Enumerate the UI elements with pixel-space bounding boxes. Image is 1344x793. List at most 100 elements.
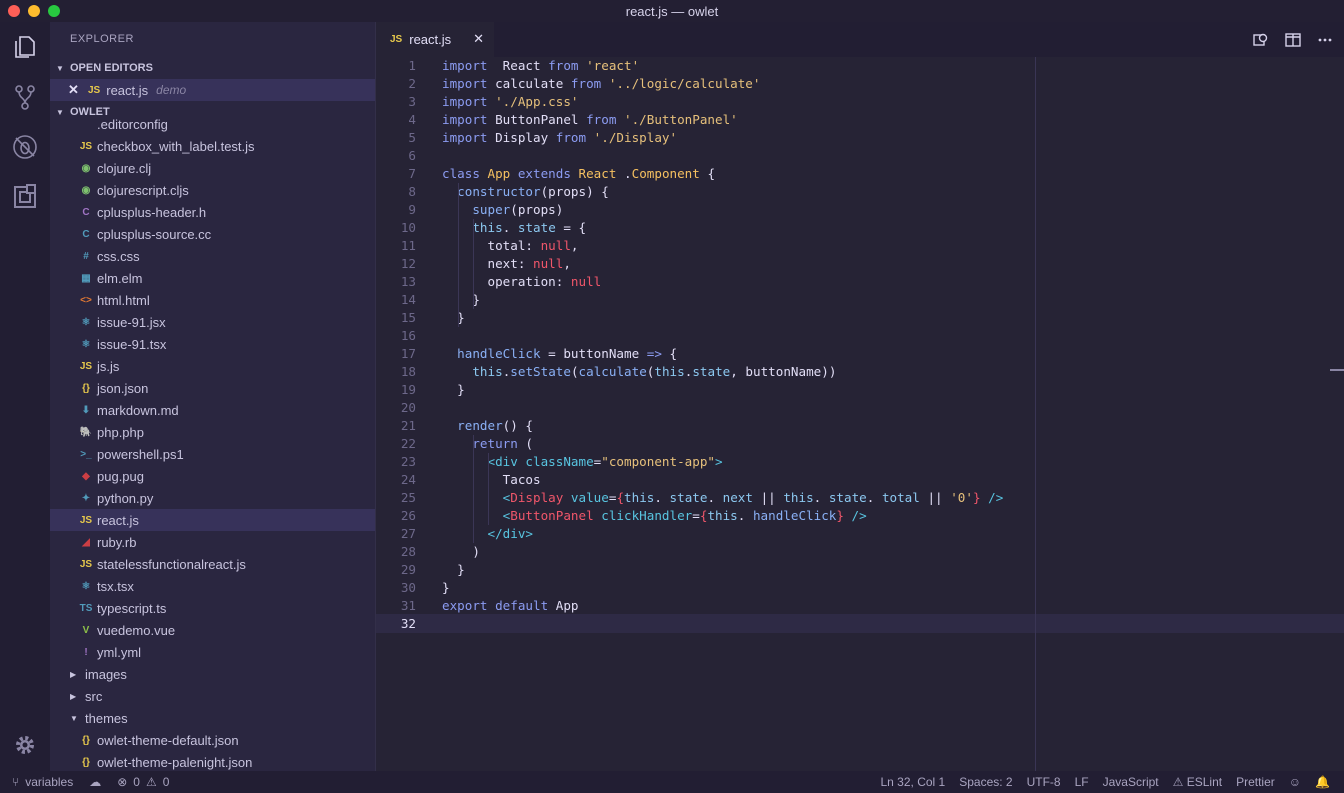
code-token: calculate <box>487 76 571 91</box>
code-line[interactable]: super(props) <box>442 201 563 219</box>
file-item[interactable]: ⚛ issue-91.jsx <box>50 311 375 333</box>
code-line[interactable]: </div> <box>442 525 534 543</box>
code-line[interactable]: render() { <box>442 417 533 435</box>
zoom-window-button[interactable] <box>48 5 60 17</box>
code-token: handleClick <box>752 508 837 523</box>
code-line[interactable]: constructor(props) { <box>442 183 609 201</box>
folder-item[interactable]: ▶ src <box>50 685 375 707</box>
file-item[interactable]: TS typescript.ts <box>50 597 375 619</box>
file-item[interactable]: Vvuedemo.vue <box>50 619 375 641</box>
extensions-icon[interactable] <box>10 182 40 212</box>
scrollbar-indicator[interactable] <box>1330 369 1344 371</box>
code-line[interactable]: } <box>442 291 480 309</box>
code-line[interactable]: class App extends React .Component { <box>442 165 715 183</box>
file-item[interactable]: ◆ pug.pug <box>50 465 375 487</box>
language-mode[interactable]: JavaScript <box>1103 775 1159 789</box>
code-line[interactable]: <ButtonPanel clickHandler={this. handleC… <box>442 507 867 525</box>
file-item[interactable]: {} json.json <box>50 377 375 399</box>
tree-item-label: statelessfunctionalreact.js <box>97 556 246 572</box>
branch-name[interactable]: variables <box>25 775 73 789</box>
file-item[interactable]: >_ powershell.ps1 <box>50 443 375 465</box>
code-token: from <box>555 130 587 145</box>
file-item[interactable]: ◢ ruby.rb <box>50 531 375 553</box>
file-item[interactable]: .editorconfig <box>50 113 375 135</box>
encoding[interactable]: UTF-8 <box>1027 775 1061 789</box>
sync-icon[interactable]: ☁ <box>89 775 101 789</box>
folder-item[interactable]: ▶ images <box>50 663 375 685</box>
split-editor-icon[interactable] <box>1284 32 1302 48</box>
more-actions-icon[interactable] <box>1316 32 1334 48</box>
code-line[interactable]: handleClick = buttonName => { <box>442 345 677 363</box>
notifications-bell-icon[interactable]: 🔔 <box>1315 775 1330 789</box>
file-item[interactable]: JS react.js <box>50 509 375 531</box>
code-line[interactable]: export default App <box>442 597 579 615</box>
feedback-smiley-icon[interactable]: ☺ <box>1289 775 1301 789</box>
error-count[interactable]: 0 <box>133 775 140 789</box>
file-item[interactable]: {} owlet-theme-palenight.json <box>50 751 375 771</box>
file-item[interactable]: ✦ python.py <box>50 487 375 509</box>
settings-gear-icon[interactable] <box>10 730 40 760</box>
open-editors-header[interactable]: ▼ OPEN EDITORS <box>50 57 375 79</box>
file-item[interactable]: 🐘 php.php <box>50 421 375 443</box>
open-changes-icon[interactable] <box>1252 32 1270 48</box>
code-line[interactable]: next: null, <box>442 255 570 273</box>
file-item[interactable]: JS checkbox_with_label.test.js <box>50 135 375 157</box>
code-editor[interactable]: 1 2 3 4 5 6 7 8 9 10 11 12 13 14 15 16 17 18 19 20 21 22 23 24 2… <box>376 57 1344 771</box>
cursor-position[interactable]: Ln 32, Col 1 <box>881 775 946 789</box>
file-item[interactable]: # css.css <box>50 245 375 267</box>
file-item[interactable]: ◉ clojurescript.cljs <box>50 179 375 201</box>
code-line[interactable]: this. state = { <box>442 219 586 237</box>
code-token: { <box>699 166 716 181</box>
code-line[interactable]: } <box>442 561 465 579</box>
file-item[interactable]: Ccplusplus-header.h <box>50 201 375 223</box>
code-line[interactable]: } <box>442 381 465 399</box>
chevron-down-icon: ▼ <box>56 63 64 73</box>
code-line[interactable]: import calculate from '../logic/calculat… <box>442 75 760 93</box>
code-line[interactable]: return ( <box>442 435 533 453</box>
files-icon[interactable] <box>10 32 40 62</box>
code-line[interactable]: <Display value={this. state. next || thi… <box>442 489 1004 507</box>
eslint-status[interactable]: ⚠ ESLint <box>1173 775 1222 789</box>
line-number: 5 <box>408 130 416 145</box>
open-editor-item[interactable]: ✕ JS react.js demo <box>50 79 375 101</box>
code-line[interactable]: import Display from './Display' <box>442 129 677 147</box>
file-item[interactable]: JS js.js <box>50 355 375 377</box>
explorer-title: EXPLORER <box>70 33 134 45</box>
code-line[interactable]: ) <box>442 543 480 561</box>
file-item[interactable]: ▦ elm.elm <box>50 267 375 289</box>
code-line[interactable]: total: null, <box>442 237 578 255</box>
file-item[interactable]: JS statelessfunctionalreact.js <box>50 553 375 575</box>
code-line[interactable]: } <box>442 579 450 597</box>
close-icon[interactable]: ✕ <box>473 31 484 47</box>
close-window-button[interactable] <box>8 5 20 17</box>
code-line[interactable]: Tacos <box>442 471 541 489</box>
close-icon[interactable]: ✕ <box>68 82 88 98</box>
debug-icon[interactable] <box>10 132 40 162</box>
source-control-icon[interactable] <box>10 82 40 112</box>
file-item[interactable]: {} owlet-theme-default.json <box>50 729 375 751</box>
folder-item[interactable]: ▼ themes <box>50 707 375 729</box>
code-token: /> <box>843 508 867 523</box>
file-item[interactable]: ⬇ markdown.md <box>50 399 375 421</box>
code-line[interactable]: this.setState(calculate(this.state, butt… <box>442 363 836 381</box>
file-item[interactable]: <> html.html <box>50 289 375 311</box>
code-line[interactable]: operation: null <box>442 273 601 291</box>
file-item[interactable]: ! yml.yml <box>50 641 375 663</box>
code-line[interactable]: import React from 'react' <box>442 57 639 75</box>
file-item[interactable]: ⚛ issue-91.tsx <box>50 333 375 355</box>
file-item[interactable]: ⚛ tsx.tsx <box>50 575 375 597</box>
prettier-status[interactable]: Prettier <box>1236 775 1275 789</box>
minimize-window-button[interactable] <box>28 5 40 17</box>
code-line[interactable]: import './App.css' <box>442 93 579 111</box>
file-item[interactable]: ◉ clojure.clj <box>50 157 375 179</box>
line-ending[interactable]: LF <box>1075 775 1089 789</box>
code-line[interactable]: <div className="component-app"> <box>442 453 723 471</box>
indentation[interactable]: Spaces: 2 <box>959 775 1012 789</box>
code-line[interactable]: } <box>442 309 465 327</box>
tab-react-js[interactable]: JS react.js ✕ <box>376 22 494 57</box>
warning-count[interactable]: 0 <box>163 775 170 789</box>
file-item[interactable]: Ccplusplus-source.cc <box>50 223 375 245</box>
code-line[interactable]: import ButtonPanel from './ButtonPanel' <box>442 111 738 129</box>
